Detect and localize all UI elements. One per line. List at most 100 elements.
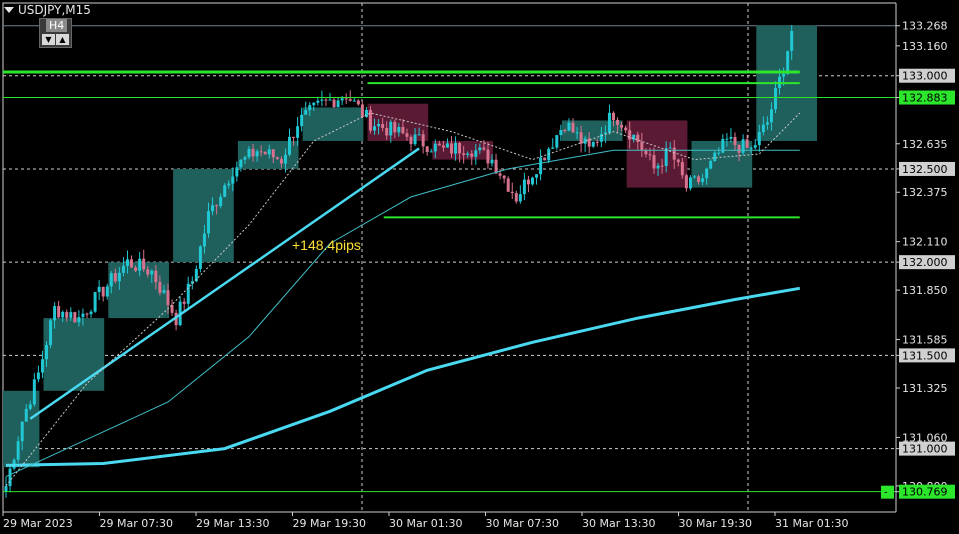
candle-body [474, 150, 478, 157]
candle-body [53, 306, 57, 321]
candle-body [397, 126, 401, 133]
candle-body [77, 317, 81, 323]
candle-body [150, 270, 154, 275]
candle-body [417, 134, 421, 136]
price-tick-label: 132.375 [902, 186, 948, 199]
candle-body [421, 134, 425, 147]
candle-body [405, 133, 409, 137]
candle-body [753, 145, 757, 148]
candle-body [409, 136, 413, 145]
candle-body [660, 165, 664, 167]
candle-body [494, 159, 498, 174]
symbol-label: USDJPY,M15 [18, 3, 91, 17]
candle-body [648, 154, 652, 156]
candle-body [401, 126, 405, 134]
candle-body [377, 123, 381, 127]
price-tick-label: 132.883 [902, 92, 948, 105]
candle-body [373, 126, 377, 131]
candle-body [247, 148, 251, 158]
candle-body [105, 286, 109, 297]
candle-body [4, 486, 8, 492]
candle-body [616, 120, 620, 125]
candle-body [389, 121, 393, 136]
candle-body [89, 311, 93, 315]
candle-body [433, 143, 437, 152]
candle-body [292, 136, 296, 138]
price-tick-label: 132.635 [902, 138, 948, 151]
candle-body [215, 205, 219, 207]
chart-title: USDJPY,M15 [4, 3, 91, 17]
candle-body [478, 147, 482, 151]
time-tick-label: 29 Mar 19:30 [293, 517, 366, 530]
candle-body [729, 136, 733, 139]
candle-body [518, 194, 522, 202]
symbol-menu-icon[interactable] [4, 7, 14, 13]
price-tick-label: 133.160 [902, 40, 948, 53]
candle-body [551, 147, 555, 149]
candle-body [697, 176, 701, 183]
time-tick-label: 30 Mar 19:30 [679, 517, 752, 530]
candle-body [97, 286, 101, 293]
candle-body [761, 124, 765, 133]
candle-body [360, 104, 364, 117]
candle-body [45, 345, 48, 360]
time-tick-label: 29 Mar 13:30 [196, 517, 269, 530]
price-tick-label: 131.500 [902, 349, 948, 362]
candle-body [154, 270, 158, 283]
candle-body [774, 87, 777, 110]
candle-body [251, 148, 255, 157]
candle-body [620, 124, 624, 128]
candle-body [693, 176, 696, 178]
candle-body [656, 165, 660, 169]
price-chart[interactable]: +148.4pips 133.268 133.160 133.000 132.883 13… [0, 0, 959, 534]
level-marker-icon[interactable]: - [884, 488, 888, 499]
candle-body [595, 141, 599, 143]
candle-body [235, 167, 239, 177]
candle-body [757, 132, 761, 146]
candle-body [32, 379, 36, 405]
timeframe-label: H4 [46, 19, 68, 32]
price-tick-label: 133.000 [902, 70, 948, 83]
triangle-down-icon[interactable]: ▼ [42, 34, 55, 45]
timeframe-panel: H4 ▼ ▲ [39, 18, 72, 48]
candle-body [57, 306, 61, 318]
triangle-up-icon[interactable]: ▲ [56, 34, 69, 45]
candle-body [320, 99, 324, 101]
candle-body [567, 122, 571, 131]
candle-body [450, 143, 453, 154]
candle-body [445, 143, 449, 148]
candle-body [130, 259, 134, 268]
candle-body [385, 127, 389, 136]
candle-body [348, 99, 352, 101]
candle-body [198, 246, 202, 269]
candle-body [255, 151, 259, 157]
candle-body [749, 147, 753, 149]
candle-body [765, 122, 769, 125]
time-tick-label: 30 Mar 01:30 [389, 517, 462, 530]
candle-body [571, 122, 575, 133]
candle-body [441, 145, 445, 148]
price-tick-label: 131.000 [902, 443, 948, 456]
candle-body [182, 301, 186, 304]
candle-body [40, 359, 44, 373]
candle-body [543, 157, 547, 161]
candle-body [733, 136, 737, 146]
candle-body [628, 130, 632, 140]
candle-body [709, 161, 713, 169]
price-tick-label: 131.585 [902, 334, 948, 347]
candle-body [612, 112, 615, 121]
candle-body [49, 320, 53, 346]
candle-body [126, 259, 129, 266]
time-tick-label: 29 Mar 07:30 [100, 517, 173, 530]
candle-body [340, 98, 344, 101]
price-tick-label: 130.769 [902, 486, 948, 499]
time-tick-label: 30 Mar 13:30 [582, 517, 655, 530]
candle-body [28, 404, 32, 409]
candle-body [166, 290, 170, 306]
candle-body [506, 178, 510, 192]
candle-body [8, 468, 12, 487]
price-tick-label: 132.000 [902, 256, 948, 269]
candle-body [624, 127, 628, 131]
candle-body [117, 272, 121, 282]
candle-body [486, 149, 490, 164]
